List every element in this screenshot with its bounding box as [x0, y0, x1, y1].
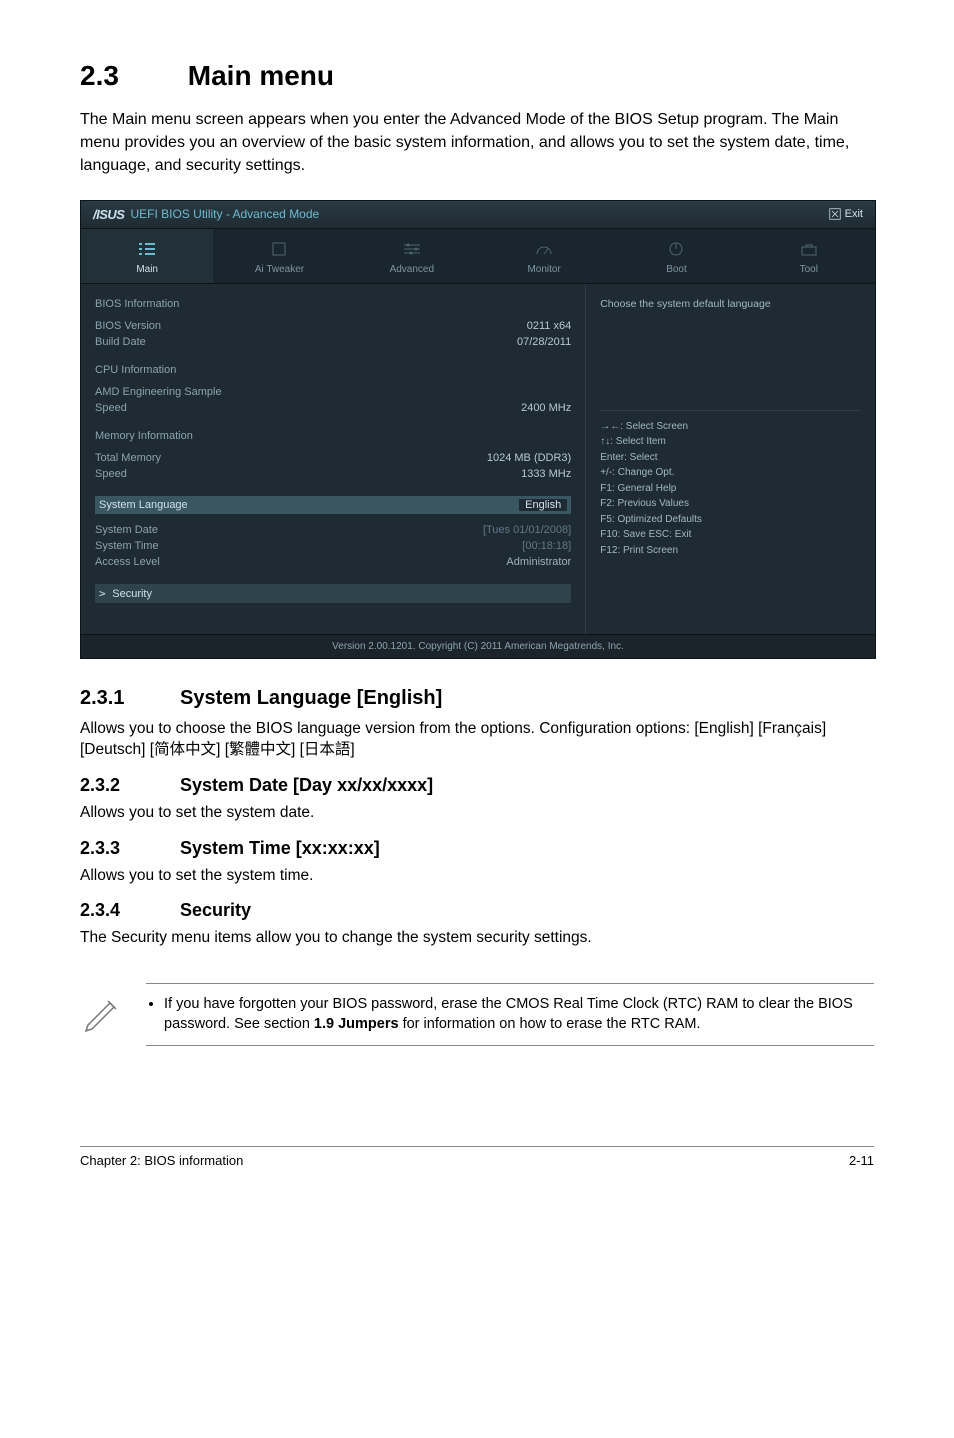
section-231-body: Allows you to choose the BIOS language v… [80, 718, 874, 761]
tab-label: Boot [614, 264, 738, 275]
tab-label: Tool [747, 264, 871, 275]
key-hint: F5: Optimized Defaults [600, 512, 861, 528]
tab-label: Ai Tweaker [217, 264, 341, 275]
info-row: Build Date07/28/2011 [95, 334, 571, 350]
datetime-section: System Date[Tues 01/01/2008] System Time… [95, 522, 571, 570]
bios-footer: Version 2.00.1201. Copyright (C) 2011 Am… [81, 634, 875, 658]
key-hint: Enter: Select [600, 450, 861, 466]
help-text: Choose the system default language [600, 298, 861, 310]
key-hint: F12: Print Screen [600, 543, 861, 559]
section-233-heading: 2.3.3System Time [xx:xx:xx] [80, 838, 874, 859]
bios-info-section: BIOS Information BIOS Version0211 x64 Bu… [95, 298, 571, 350]
tab-tool[interactable]: Tool [743, 229, 875, 283]
key-hint: ↑↓: Select Item [600, 434, 861, 450]
heading-title: Main menu [188, 60, 334, 91]
list-icon [137, 241, 157, 257]
section-label: BIOS Information [95, 298, 571, 310]
section-234-heading: 2.3.4Security [80, 900, 874, 921]
mem-info-section: Memory Information Total Memory1024 MB (… [95, 430, 571, 482]
tab-advanced[interactable]: Advanced [346, 229, 478, 283]
section-232-body: Allows you to set the system date. [80, 802, 874, 824]
tab-monitor[interactable]: Monitor [478, 229, 610, 283]
section-233-body: Allows you to set the system time. [80, 865, 874, 887]
info-row: BIOS Version0211 x64 [95, 318, 571, 334]
section-232-heading: 2.3.2System Date [Day xx/xx/xxxx] [80, 775, 874, 796]
bios-help-panel: Choose the system default language →←: S… [586, 284, 875, 634]
info-row: AMD Engineering Sample [95, 384, 571, 400]
security-submenu[interactable]: > Security [95, 584, 571, 603]
gauge-icon [534, 241, 554, 257]
key-hint: F1: General Help [600, 481, 861, 497]
tab-main[interactable]: Main [81, 229, 213, 283]
bios-screenshot: /ISUS UEFI BIOS Utility - Advanced Mode … [80, 200, 876, 659]
bios-main-panel: BIOS Information BIOS Version0211 x64 Bu… [81, 284, 586, 634]
access-level-item: Access LevelAdministrator [95, 554, 571, 570]
submenu-label: Security [112, 588, 152, 600]
key-hint: →←: Select Screen [600, 419, 861, 435]
note-block: If you have forgotten your BIOS password… [80, 971, 874, 1046]
key-hint: F10: Save ESC: Exit [600, 527, 861, 543]
tab-boot[interactable]: Boot [610, 229, 742, 283]
bios-title: UEFI BIOS Utility - Advanced Mode [130, 207, 319, 221]
sliders-icon [402, 241, 422, 257]
chevron-right-icon: > [99, 587, 112, 600]
toolbox-icon [799, 241, 819, 257]
bios-titlebar: /ISUS UEFI BIOS Utility - Advanced Mode … [81, 201, 875, 229]
section-231-heading: 2.3.1System Language [English] [80, 687, 874, 710]
bios-body: BIOS Information BIOS Version0211 x64 Bu… [81, 284, 875, 634]
heading-num: 2.3 [80, 60, 180, 92]
section-label: CPU Information [95, 364, 571, 376]
intro-text: The Main menu screen appears when you en… [80, 108, 874, 178]
key-hint: F2: Previous Values [600, 496, 861, 512]
tab-label: Advanced [350, 264, 474, 275]
key-hint: +/-: Change Opt. [600, 465, 861, 481]
note-bold: 1.9 Jumpers [314, 1016, 399, 1032]
brand-logo: /ISUS [93, 207, 124, 222]
tab-label: Main [85, 264, 209, 275]
info-row: Speed2400 MHz [95, 400, 571, 416]
page-footer: Chapter 2: BIOS information 2-11 [80, 1146, 874, 1168]
key-legend: →←: Select Screen ↑↓: Select Item Enter:… [600, 410, 861, 559]
chip-icon [269, 241, 289, 257]
power-icon [666, 241, 686, 257]
system-language-item[interactable]: System Language English [95, 496, 571, 514]
tab-ai-tweaker[interactable]: Ai Tweaker [213, 229, 345, 283]
page-heading: 2.3 Main menu [80, 60, 874, 92]
note-pen-icon [80, 983, 124, 1038]
cpu-info-section: CPU Information AMD Engineering Sample S… [95, 364, 571, 416]
section-label: Memory Information [95, 430, 571, 442]
system-date-item[interactable]: System Date[Tues 01/01/2008] [95, 522, 571, 538]
section-234-body: The Security menu items allow you to cha… [80, 927, 874, 949]
exit-label: Exit [845, 208, 863, 220]
exit-icon [829, 208, 841, 220]
info-row: Total Memory1024 MB (DDR3) [95, 450, 571, 466]
tab-label: Monitor [482, 264, 606, 275]
tab-bar: Main Ai Tweaker Advanced Monitor Boot To… [81, 229, 875, 284]
exit-button[interactable]: Exit [829, 208, 863, 220]
system-time-item[interactable]: System Time[00:18:18] [95, 538, 571, 554]
item-value: English [519, 499, 567, 511]
footer-right: 2-11 [849, 1153, 874, 1168]
footer-left: Chapter 2: BIOS information [80, 1153, 243, 1168]
note-text: If you have forgotten your BIOS password… [146, 983, 874, 1046]
info-row: Speed1333 MHz [95, 466, 571, 482]
item-label: System Language [99, 499, 188, 511]
note-suffix: for information on how to erase the RTC … [399, 1016, 701, 1032]
